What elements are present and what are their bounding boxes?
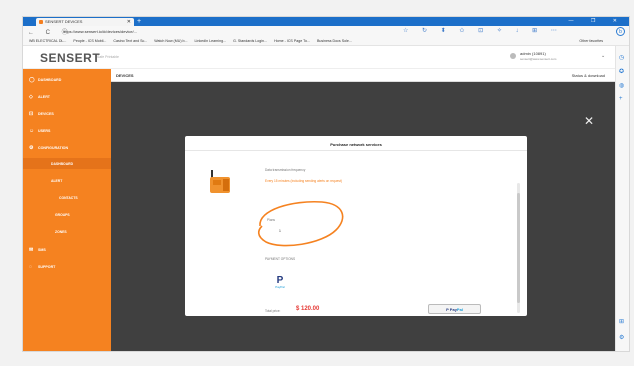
app-header: SENSERT Safe Printable admin (10891) sen… [23, 46, 615, 69]
sidebar-subitem-alert[interactable]: ALERT [51, 179, 62, 183]
sidebar-item-configuration[interactable]: ⚙ CONFIGURATION [29, 145, 68, 151]
total-price-label: Total price: [265, 309, 281, 313]
header-subtitle: Safe Printable [97, 55, 119, 59]
sidebar: ◯ DASHBOARD ◇ ALERT ⊡ DEVICES ☺ USERS ⚙ CONFI… [23, 69, 111, 351]
sidebar-item-label: ALERT [38, 95, 50, 99]
edge-collections-icon[interactable]: ◍ [619, 82, 624, 89]
dashboard-icon: ◯ [29, 77, 35, 83]
address-bar-row: ← C ⓘ https://www.sensert.io/#/devices/d… [23, 26, 629, 37]
browser-toolbar-icons[interactable]: ☆ ↻ ⬍ ✩ ⊡ ✧ ↓ ⊞ ⋯ [403, 27, 563, 34]
device-image-icon [210, 170, 230, 193]
favorite-link[interactable]: LinkedIn Learning... [195, 39, 227, 43]
highlight-annotation-icon [257, 200, 344, 247]
paypal-button-pal: Pal [456, 307, 463, 312]
sidebar-item-label: SMS [38, 248, 46, 252]
other-favorites-link[interactable]: Other favorites [579, 37, 603, 46]
favorite-link[interactable]: Business Docs Sole... [317, 39, 352, 43]
close-tab-icon[interactable]: ✕ [127, 18, 131, 26]
status-download-link[interactable]: Status & download [572, 73, 605, 78]
paypal-option-icon[interactable]: P PayPal [273, 273, 287, 289]
favorite-link[interactable]: G. Standards Login... [233, 39, 267, 43]
sidebar-item-label: SUPPORT [38, 265, 56, 269]
page-title: DEVICES [116, 73, 134, 78]
edge-copilot-icon[interactable]: ✪ [619, 68, 624, 75]
paypal-pay-button[interactable]: P PayPal [428, 304, 481, 314]
main-toolbar: DEVICES Status & download [111, 69, 615, 82]
avatar[interactable] [510, 53, 516, 59]
sensert-logo[interactable]: SENSERT [40, 51, 100, 65]
payment-options-label: PAYMENT OPTIONS [265, 257, 296, 261]
divider [185, 150, 527, 151]
total-price-value: $ 120.00 [296, 306, 320, 312]
sidebar-item-sms[interactable]: ✉ SMS [29, 247, 46, 253]
modal-scrollbar[interactable] [517, 183, 520, 313]
url-field[interactable]: https://www.sensert.io/#/devices/device/… [63, 28, 383, 35]
sidebar-item-alert[interactable]: ◇ ALERT [29, 94, 50, 100]
users-icon: ☺ [29, 128, 35, 134]
sidebar-item-devices[interactable]: ⊡ DEVICES [29, 111, 54, 117]
data-frequency-value[interactable]: Every 15 minutes (including sending aler… [265, 179, 342, 183]
sidebar-item-label: USERS [38, 129, 51, 133]
sidebar-subitem-dashboard[interactable]: DASHBOARD [51, 162, 73, 166]
devices-icon: ⊡ [29, 111, 34, 117]
edge-settings-icon[interactable]: ⚙ [619, 334, 624, 341]
edge-search-icon[interactable]: ◷ [619, 54, 624, 61]
paypal-button-pay: Pay [449, 307, 457, 312]
user-email: sensert@www.sensert.com [520, 57, 557, 61]
favorite-link[interactable]: Watch Now (MU) b... [154, 39, 187, 43]
sidebar-item-dashboard[interactable]: ◯ DASHBOARD [29, 77, 61, 83]
favicon-icon [39, 20, 43, 24]
edge-grid-icon[interactable]: ⊞ [619, 318, 624, 325]
gear-icon: ⚙ [29, 145, 34, 151]
user-info[interactable]: admin (10891) sensert@www.sensert.com [520, 51, 556, 61]
sidebar-item-support[interactable]: ◌ SUPPORT [29, 264, 55, 270]
sidebar-item-label: DASHBOARD [38, 78, 62, 82]
data-frequency-label: Data transmission frequency [265, 168, 306, 172]
edge-add-icon[interactable]: + [619, 96, 623, 102]
paypal-button-p: P [446, 307, 449, 312]
favorite-link[interactable]: Home - ICS Page To... [274, 39, 310, 43]
new-tab-button[interactable]: + [137, 17, 141, 26]
sidebar-item-users[interactable]: ☺ USERS [29, 128, 50, 134]
profile-icon[interactable]: b [616, 27, 625, 36]
scrollbar-thumb[interactable] [517, 193, 520, 303]
sidebar-item-label: CONFIGURATION [38, 146, 69, 150]
favorite-link[interactable]: People - ICS Mobil... [73, 39, 106, 43]
close-modal-icon[interactable]: ✕ [584, 114, 594, 128]
modal-title: Purchase network services [330, 142, 382, 147]
sidebar-subitem-groups[interactable]: GROUPS [55, 213, 70, 217]
edge-sidebar: ◷ ✪ ◍ + ⊞ ⚙ [615, 46, 629, 351]
favorite-link[interactable]: Casino Text and Sc... [113, 39, 147, 43]
sidebar-item-label: DEVICES [38, 112, 54, 116]
window-controls[interactable]: — ❐ ✕ [569, 17, 625, 26]
tab-title: SENSERT DEVICES [45, 19, 83, 24]
favorite-link[interactable]: WB ELECTRICAL DL... [29, 39, 66, 43]
sidebar-subitem-zones[interactable]: ZONES [55, 230, 67, 234]
paypal-caption: PayPal [275, 285, 285, 289]
sidebar-subitem-contacts[interactable]: CONTACTS [59, 196, 78, 200]
sms-icon: ✉ [29, 247, 34, 253]
chevron-down-icon[interactable]: ⌄ [601, 53, 605, 59]
alert-icon: ◇ [29, 94, 33, 100]
purchase-modal: Purchase network services Data transmiss… [185, 136, 527, 316]
support-icon: ◌ [29, 264, 32, 270]
browser-titlebar: SENSERT DEVICES ✕ + — ❐ ✕ [23, 17, 629, 26]
user-name: admin (10891) [520, 51, 546, 56]
browser-window: SENSERT DEVICES ✕ + — ❐ ✕ ← C ⓘ https://… [23, 17, 629, 351]
browser-tab[interactable]: SENSERT DEVICES ✕ [36, 18, 134, 26]
favorites-bar: WB ELECTRICAL DL... People - ICS Mobil..… [23, 37, 629, 46]
